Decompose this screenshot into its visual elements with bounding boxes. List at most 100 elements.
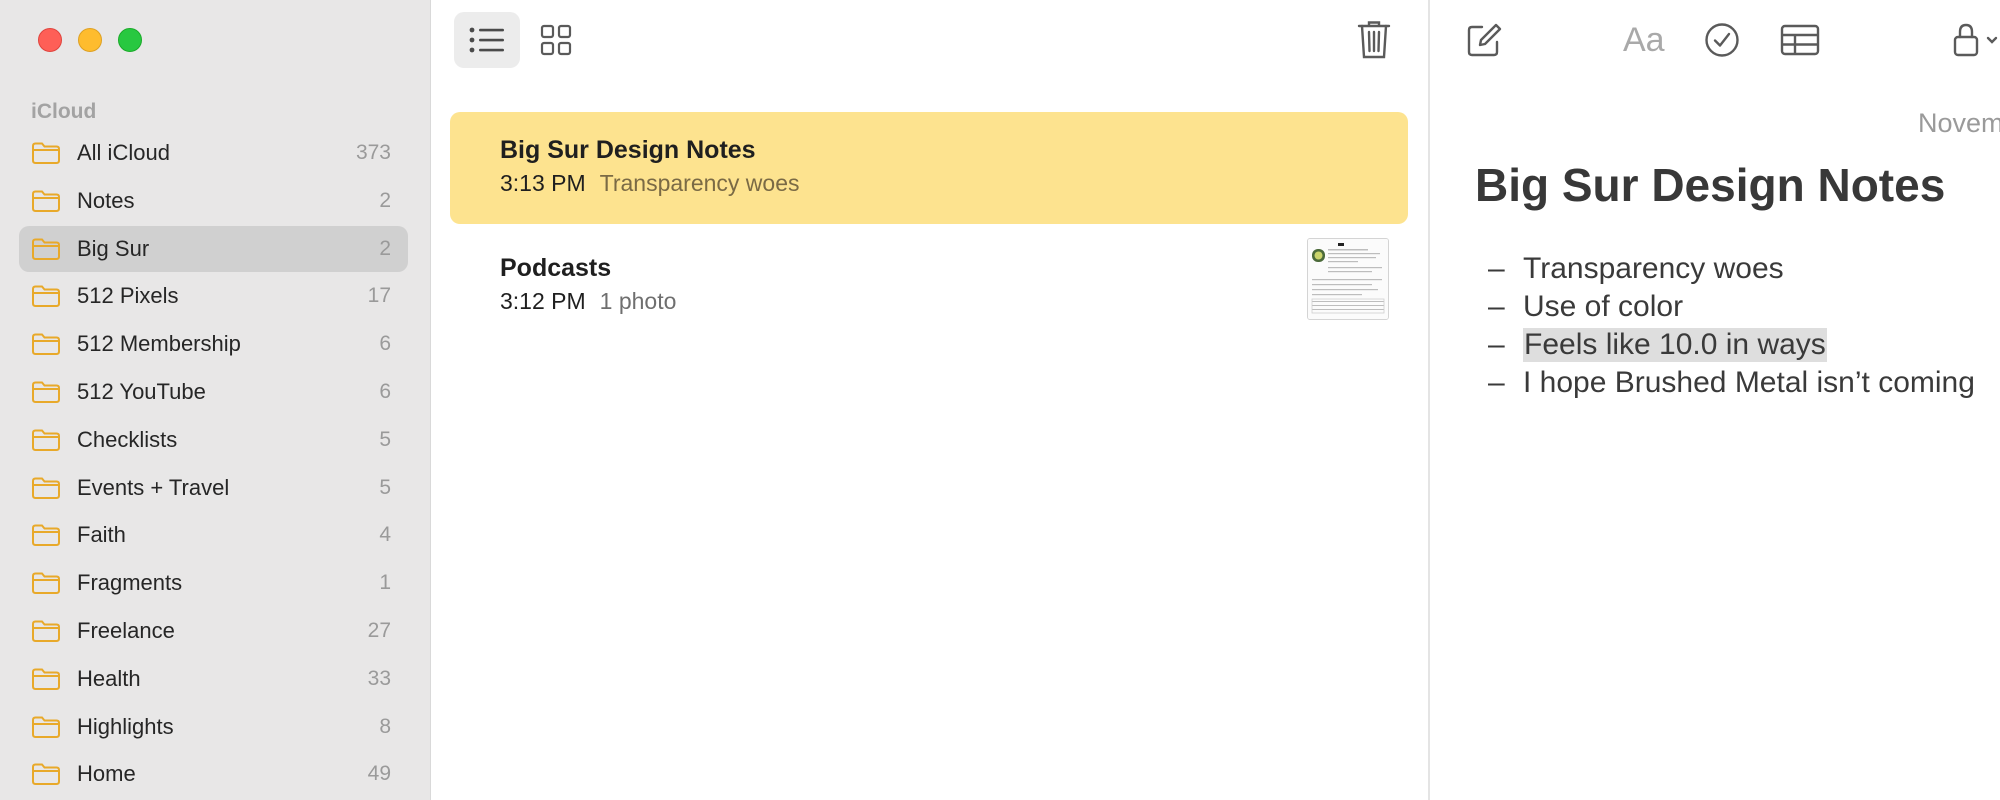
sidebar-item-checklists[interactable]: Checklists 5 [19, 417, 408, 463]
bullet-dash: – [1488, 366, 1505, 399]
folder-label: 512 YouTube [77, 378, 206, 404]
compose-button[interactable] [1466, 18, 1502, 62]
lock-button[interactable] [1952, 18, 2000, 62]
folder-icon [32, 524, 60, 547]
sidebar-item-big-sur[interactable]: Big Sur 2 [19, 225, 408, 272]
bullet-text: Transparency woes [1523, 252, 1784, 285]
window-controls [38, 28, 142, 52]
folder-label: Highlights [77, 713, 174, 739]
bullet-text: I hope Brushed Metal isn’t coming [1523, 366, 1975, 399]
folder-count: 8 [379, 714, 391, 738]
folder-label: 512 Membership [77, 331, 241, 357]
sidebar-item-health[interactable]: Health 33 [19, 656, 408, 702]
compose-icon [1467, 23, 1502, 57]
note-list-pane: Big Sur Design Notes 3:13 PM Transparency… [431, 0, 1428, 800]
sidebar-item-512-pixels[interactable]: 512 Pixels 17 [19, 273, 408, 319]
folder-icon [32, 238, 60, 260]
folder-count: 33 [367, 666, 391, 690]
sidebar-item-home[interactable]: Home 49 [19, 751, 408, 797]
gallery-view-button[interactable] [528, 12, 584, 68]
note-time: 3:12 PM [500, 288, 586, 314]
folder-icon [32, 381, 60, 403]
folder-count: 17 [367, 284, 391, 308]
format-button[interactable]: Aa [1623, 18, 1665, 62]
folder-label: Big Sur [77, 235, 150, 261]
zoom-icon[interactable] [118, 28, 142, 52]
list-item[interactable]: – Transparency woes [1488, 250, 1975, 288]
sidebar-item-512-membership[interactable]: 512 Membership 6 [19, 321, 408, 367]
trash-icon [1357, 21, 1391, 59]
folder-count: 2 [379, 236, 391, 260]
folder-count: 2 [379, 188, 391, 212]
folder-list: All iCloud 373 Notes 2 Big Sur 2 512 Pixels 17 5… [19, 130, 408, 799]
sidebar-item-highlights[interactable]: Highlights 8 [19, 704, 408, 750]
note-body-list[interactable]: – Transparency woes – Use of color – Feels … [1488, 250, 1975, 402]
note-heading[interactable]: Big Sur Design Notes [1475, 158, 1945, 212]
folder-icon [32, 668, 60, 690]
note-preview: Transparency woes [599, 170, 800, 196]
sidebar-item-fragments[interactable]: Fragments 1 [19, 560, 408, 606]
checklist-button[interactable] [1704, 18, 1740, 62]
folder-label: All iCloud [77, 140, 170, 165]
bullet-dash: – [1488, 252, 1505, 285]
note-preview: 1 photo [599, 288, 677, 314]
folder-label: Health [77, 665, 141, 691]
folder-label: Notes [77, 187, 135, 213]
folder-icon [32, 190, 60, 212]
bullet-text: Use of color [1523, 290, 1684, 323]
sidebar-item-faith[interactable]: Faith 4 [19, 512, 408, 558]
sidebar-item-512-youtube[interactable]: 512 YouTube 6 [19, 369, 408, 415]
note-date: Novem [1918, 108, 2000, 138]
folder-count: 6 [379, 332, 391, 356]
note-item-podcasts[interactable]: Podcasts 3:12 PM 1 photo [450, 230, 1408, 342]
sidebar-item-notes[interactable]: Notes 2 [19, 178, 408, 224]
folder-label: Home [77, 761, 136, 787]
list-view-button[interactable] [454, 12, 520, 68]
list-item[interactable]: – I hope Brushed Metal isn’t coming [1488, 364, 1975, 402]
selected-bullet-text: Feels like 10.0 in ways [1523, 328, 1827, 362]
list-item[interactable]: – Use of color [1488, 288, 1975, 326]
note-title: Big Sur Design Notes [500, 136, 756, 164]
folder-icon [32, 572, 60, 595]
folder-icon [32, 142, 60, 164]
close-icon[interactable] [38, 28, 62, 52]
note-editor: Aa Novem Big Sur Design Notes – Transpare… [1430, 0, 2000, 800]
folder-icon [32, 333, 60, 356]
note-title: Podcasts [500, 254, 612, 282]
folder-label: Freelance [77, 617, 175, 643]
folder-label: Fragments [77, 570, 183, 596]
sidebar-item-freelance[interactable]: Freelance 27 [19, 608, 408, 654]
delete-button[interactable] [1346, 12, 1402, 68]
folder-count: 4 [379, 523, 391, 547]
note-item-big-sur-design-notes[interactable]: Big Sur Design Notes 3:13 PM Transparency… [450, 112, 1408, 224]
folder-icon [32, 477, 60, 499]
folder-icon [32, 429, 60, 451]
folder-label: 512 Pixels [77, 283, 179, 309]
folder-icon [32, 763, 60, 786]
section-label-icloud[interactable]: iCloud [31, 100, 96, 124]
folder-count: 6 [379, 379, 391, 403]
list-view-icon [469, 27, 504, 53]
table-button[interactable] [1780, 18, 1820, 62]
gallery-view-icon [540, 24, 572, 56]
list-item[interactable]: – Feels like 10.0 in ways [1488, 326, 1975, 364]
bullet-dash: – [1488, 290, 1505, 323]
folder-icon [32, 716, 60, 738]
folder-count: 1 [379, 571, 391, 595]
folder-label: Checklists [77, 426, 178, 452]
sidebar-item-events-travel[interactable]: Events + Travel 5 [19, 465, 408, 511]
folder-count: 5 [379, 427, 391, 451]
bullet-dash: – [1488, 328, 1505, 361]
sidebar-item-all-icloud[interactable]: All iCloud 373 [19, 130, 408, 176]
folder-count: 49 [367, 762, 391, 786]
table-icon [1780, 24, 1820, 56]
lock-icon [1953, 23, 1998, 57]
note-time: 3:13 PM [500, 170, 586, 196]
folder-icon [32, 285, 60, 308]
folder-icon [32, 620, 60, 642]
note-meta: 3:12 PM 1 photo [500, 288, 676, 315]
folder-count: 373 [355, 141, 391, 164]
folder-label: Events + Travel [77, 474, 230, 500]
sidebar: iCloud All iCloud 373 Notes 2 Big Sur 2 512 Pi… [0, 0, 431, 800]
minimize-icon[interactable] [78, 28, 102, 52]
